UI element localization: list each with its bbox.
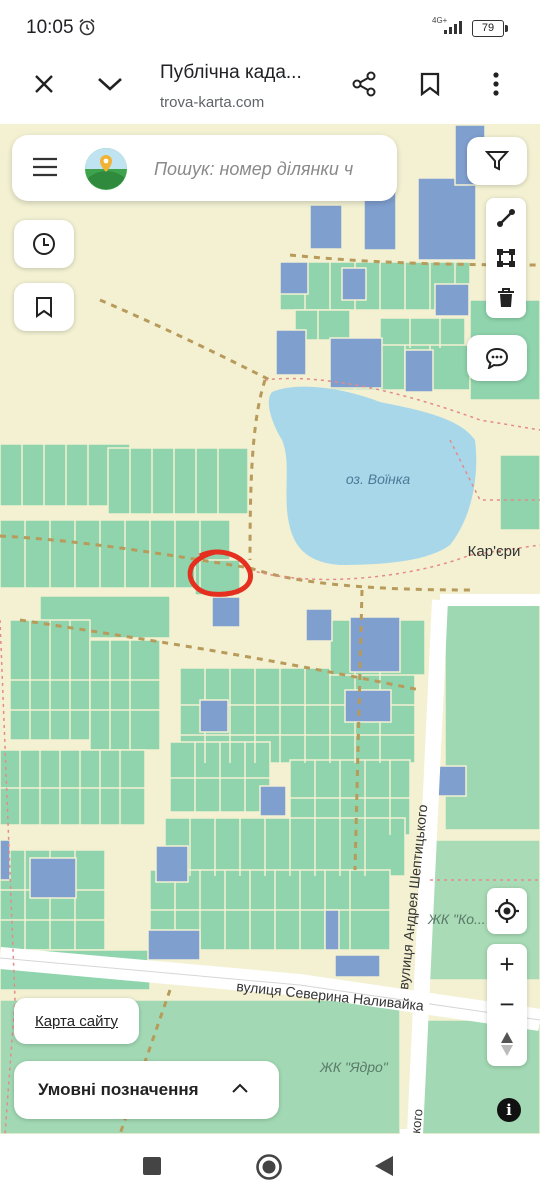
complex-label-yadro: ЖК "Ядро" [319,1059,389,1075]
more-vert-icon[interactable] [476,64,516,104]
saved-button[interactable] [14,283,74,331]
filter-icon [485,151,509,171]
recents-icon[interactable] [142,1156,162,1176]
page-url[interactable]: trova-karta.com [160,94,264,111]
lake-label: оз. Воїнка [346,471,410,487]
polygon-icon [497,249,515,267]
trash-icon [498,288,514,307]
history-button[interactable] [14,220,74,268]
status-bar: 10:05 4G+ 79 [0,0,540,56]
cadastral-map[interactable]: оз. Воїнка Кар'єри вулиця Северина Налив… [0,124,540,1134]
map-canvas[interactable]: оз. Воїнка Кар'єри вулиця Северина Налив… [0,124,540,1134]
measure-tool[interactable] [486,198,526,238]
zoom-in-button[interactable]: + [487,944,527,984]
bookmark-icon[interactable] [410,64,450,104]
chat-icon [485,347,509,369]
locate-icon [495,899,519,923]
clear-tool[interactable] [486,278,526,318]
menu-icon[interactable] [32,157,58,177]
street-label-tail: кого [408,1108,426,1134]
zoom-controls: + − [487,944,527,1066]
complex-label-ko: ЖК "Ко... [427,911,486,927]
home-icon[interactable] [255,1153,283,1181]
chevron-up-icon [232,1083,248,1093]
back-icon[interactable] [374,1155,394,1177]
filter-button[interactable] [467,137,527,185]
ruler-icon [497,209,515,227]
status-time: 10:05 [26,17,74,38]
chevron-down-icon[interactable] [90,64,130,104]
signal-icon [444,21,462,34]
search-input[interactable] [152,153,386,185]
draw-tools [486,198,526,318]
share-icon[interactable] [344,64,384,104]
zoom-out-button[interactable]: − [487,984,527,1024]
chat-button[interactable] [467,335,527,381]
system-nav-bar [0,1134,540,1200]
history-icon [33,233,55,255]
locate-button[interactable] [487,888,527,934]
info-icon[interactable]: i [497,1098,521,1122]
area-tool[interactable] [486,238,526,278]
alarm-icon [79,18,95,36]
search-bar [12,135,397,201]
legend-label: Умовні позначення [38,1080,199,1099]
legend-toggle[interactable]: Умовні позначення [14,1061,279,1119]
close-icon[interactable] [24,64,64,104]
page-title: Публічна када... [160,62,302,83]
site-logo [85,148,127,190]
compass-button[interactable] [487,1024,527,1064]
bookmark-icon [36,297,52,318]
battery-indicator: 79 [472,20,508,37]
sitemap-link[interactable]: Карта сайту [14,998,139,1044]
compass-icon [501,1032,513,1056]
place-label: Кар'єри [468,543,521,560]
